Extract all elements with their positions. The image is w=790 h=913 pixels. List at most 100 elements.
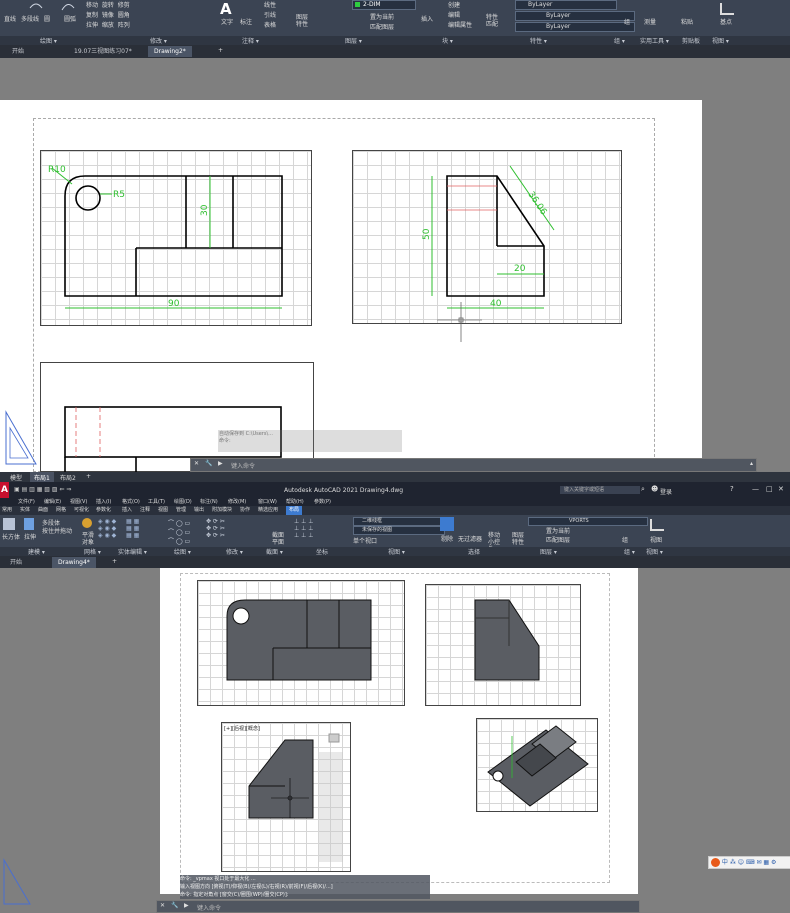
close-command-icon-2[interactable]: ✕ xyxy=(160,902,165,909)
ribbon-tab-collaborate[interactable]: 协作 xyxy=(240,506,250,515)
panel-clipboard[interactable]: 剪贴板 xyxy=(682,36,700,45)
search-box[interactable]: 键入关键字或短语 xyxy=(560,486,640,494)
panel-section[interactable]: 截面 ▾ xyxy=(266,547,283,556)
maximize-icon[interactable]: □ xyxy=(766,485,773,493)
ribbon-tab-visualize[interactable]: 可视化 xyxy=(74,506,89,515)
menu-file[interactable]: 文件(F) xyxy=(18,498,35,506)
no-filter-button[interactable]: 无过滤器 xyxy=(458,534,482,543)
named-view-dropdown[interactable]: 未保存的视图 xyxy=(353,526,445,535)
ribbon-tab-parametric[interactable]: 参数化 xyxy=(96,506,111,515)
panel-selection[interactable]: 选择 xyxy=(468,547,480,556)
ribbon-tab-solid[interactable]: 实体 xyxy=(20,506,30,515)
layout-tab-model[interactable]: 模型 xyxy=(10,473,22,482)
layer-dropdown[interactable]: VPORTS xyxy=(528,517,648,526)
set-current-button[interactable]: 置为当前 xyxy=(546,526,570,535)
panel-groups[interactable]: 组 ▾ xyxy=(624,547,635,556)
block-tools[interactable]: 创建 编辑 编辑属性 xyxy=(448,1,472,31)
insert-block-button[interactable]: 插入 xyxy=(421,14,433,23)
panel-draw[interactable]: 绘图 ▾ xyxy=(40,36,57,45)
trim-tool[interactable]: 修剪 xyxy=(118,2,130,9)
mesh-tools[interactable]: ◈ ◉ ◆ ◈ ◉ ◆ ◈ ◉ ◆ xyxy=(98,518,116,539)
autocad-logo[interactable]: A xyxy=(0,482,9,498)
visual-style-dropdown[interactable]: 二维线框 xyxy=(353,517,445,526)
layer-properties-button[interactable]: 图层特性 xyxy=(512,532,526,546)
menu-draw[interactable]: 绘图(D) xyxy=(174,498,192,506)
panel-annotation[interactable]: 注释 ▾ xyxy=(242,36,259,45)
layout-tab-add-icon[interactable]: + xyxy=(86,473,91,480)
quick-access-toolbar[interactable]: ▣ ▤ ▥ ▦ ▧ ▨ ⇐ ⇒ xyxy=(14,486,71,493)
ribbon-tab-addins[interactable]: 附加模块 xyxy=(212,506,232,515)
menu-parametric[interactable]: 参数(P) xyxy=(314,498,331,506)
annotation-tools[interactable]: 线性 引线 表格 xyxy=(264,1,276,31)
panel-modify[interactable]: 修改 ▾ xyxy=(150,36,167,45)
move-tool[interactable]: 移动 xyxy=(86,2,98,9)
panel-modify[interactable]: 修改 ▾ xyxy=(226,547,243,556)
linetype-dropdown[interactable]: ByLayer xyxy=(515,11,635,21)
bottom-command-line[interactable]: ✕ 🔧 ▶ 键入命令 xyxy=(156,900,640,913)
menu-help[interactable]: 帮助(H) xyxy=(286,498,304,506)
layer-match[interactable]: 匹配图层 xyxy=(370,22,394,31)
measure-button[interactable]: 测量 xyxy=(644,17,656,26)
lineweight-dropdown[interactable]: ByLayer xyxy=(515,22,635,32)
top-command-input[interactable]: 键入命令 xyxy=(231,461,255,470)
dimension-tool-label[interactable]: 标注 xyxy=(240,17,252,26)
panel-coordinates[interactable]: 坐标 xyxy=(316,547,328,556)
viewport-config-button[interactable]: 单个视口 xyxy=(353,536,377,545)
ribbon-tab-home[interactable]: 常用 xyxy=(2,506,12,515)
layer-dropdown[interactable]: 2-DIM xyxy=(352,0,416,10)
copy-tool[interactable]: 复制 xyxy=(86,12,98,19)
ribbon-tab-surface[interactable]: 曲面 xyxy=(38,506,48,515)
modify-tools[interactable]: ✥ ⟳ ✂ ✥ ⟳ ✂ ✥ ⟳ ✂ xyxy=(206,518,225,539)
panel-draw[interactable]: 绘图 ▾ xyxy=(174,547,191,556)
tab-start-2[interactable]: 开始 xyxy=(4,557,28,568)
smooth-object-button[interactable]: 平滑对象 xyxy=(82,532,96,546)
layout-tab-2[interactable]: 布局2 xyxy=(60,473,76,482)
fillet-tool[interactable]: 圆角 xyxy=(118,12,130,19)
layer-set-current[interactable]: 置为当前 xyxy=(370,12,394,21)
wrench-icon[interactable]: 🔧 xyxy=(205,460,212,467)
color-dropdown[interactable]: ByLayer xyxy=(515,0,617,10)
ribbon-tab-featured[interactable]: 精选应用 xyxy=(258,506,278,515)
modify-tools[interactable]: 移动 旋转 修剪 复制 镜像 圆角 拉伸 缩放 阵列 xyxy=(86,1,196,31)
panel-solid-edit[interactable]: 实体编辑 ▾ xyxy=(118,547,147,556)
ribbon-tab-mesh[interactable]: 网格 xyxy=(56,506,66,515)
presspull-button[interactable]: 按住并拖动 xyxy=(42,526,72,535)
section-plane-button[interactable]: 截面平面 xyxy=(272,532,286,546)
solid-edit-tools[interactable]: ▦ ▦ ▦ ▦ ▦ ▦ xyxy=(126,518,139,539)
panel-utilities[interactable]: 实用工具 ▾ xyxy=(640,36,669,45)
polyline-tool[interactable]: 多段线 xyxy=(21,14,39,23)
search-icon[interactable]: ⌕ xyxy=(641,485,645,494)
ribbon-tab-view[interactable]: 视图 xyxy=(158,506,168,515)
close-command-icon[interactable]: ✕ xyxy=(194,460,199,467)
ribbon-tab-insert[interactable]: 插入 xyxy=(122,506,132,515)
minimize-icon[interactable]: — xyxy=(752,485,759,493)
panel-groups[interactable]: 组 ▾ xyxy=(614,36,625,45)
match-layer-button[interactable]: 匹配图层 xyxy=(546,535,570,544)
menu-view[interactable]: 视图(V) xyxy=(70,498,87,506)
menu-window[interactable]: 窗口(W) xyxy=(258,498,277,506)
text-icon[interactable]: A xyxy=(220,0,232,18)
line-tool[interactable]: 直线 xyxy=(4,14,16,23)
menu-format[interactable]: 格式(O) xyxy=(122,498,140,506)
ribbon-tab-output[interactable]: 输出 xyxy=(194,506,204,515)
close-icon[interactable]: ✕ xyxy=(778,485,784,493)
mirror-tool[interactable]: 镜像 xyxy=(102,12,114,19)
panel-block[interactable]: 块 ▾ xyxy=(442,36,453,45)
panel-modeling[interactable]: 建模 ▾ xyxy=(28,547,45,556)
panel-view[interactable]: 视图 ▾ xyxy=(712,36,729,45)
command-dropdown-icon[interactable]: ▴ xyxy=(750,460,753,467)
ribbon-tab-manage[interactable]: 管理 xyxy=(176,506,186,515)
culling-button[interactable]: 剔除 xyxy=(441,534,453,543)
tab-start[interactable]: 开始 xyxy=(6,46,30,57)
menu-edit[interactable]: 编辑(E) xyxy=(44,498,61,506)
layer-properties-button[interactable]: 图层特性 xyxy=(296,14,310,28)
menu-insert[interactable]: 插入(I) xyxy=(96,498,111,506)
ucs-tools[interactable]: ⊥ ⊥ ⊥ ⊥ ⊥ ⊥ ⊥ ⊥ ⊥ xyxy=(294,518,314,539)
extrude-button[interactable]: 拉伸 xyxy=(24,532,36,541)
tab-drawing4[interactable]: Drawing4* xyxy=(52,557,96,568)
panel-view-2[interactable]: 视图 ▾ xyxy=(646,547,663,556)
new-tab-icon-2[interactable]: + xyxy=(112,558,117,565)
user-icon[interactable]: ☻ xyxy=(651,485,658,493)
panel-mesh[interactable]: 网格 ▾ xyxy=(84,547,101,556)
panel-layers[interactable]: 图层 ▾ xyxy=(345,36,362,45)
